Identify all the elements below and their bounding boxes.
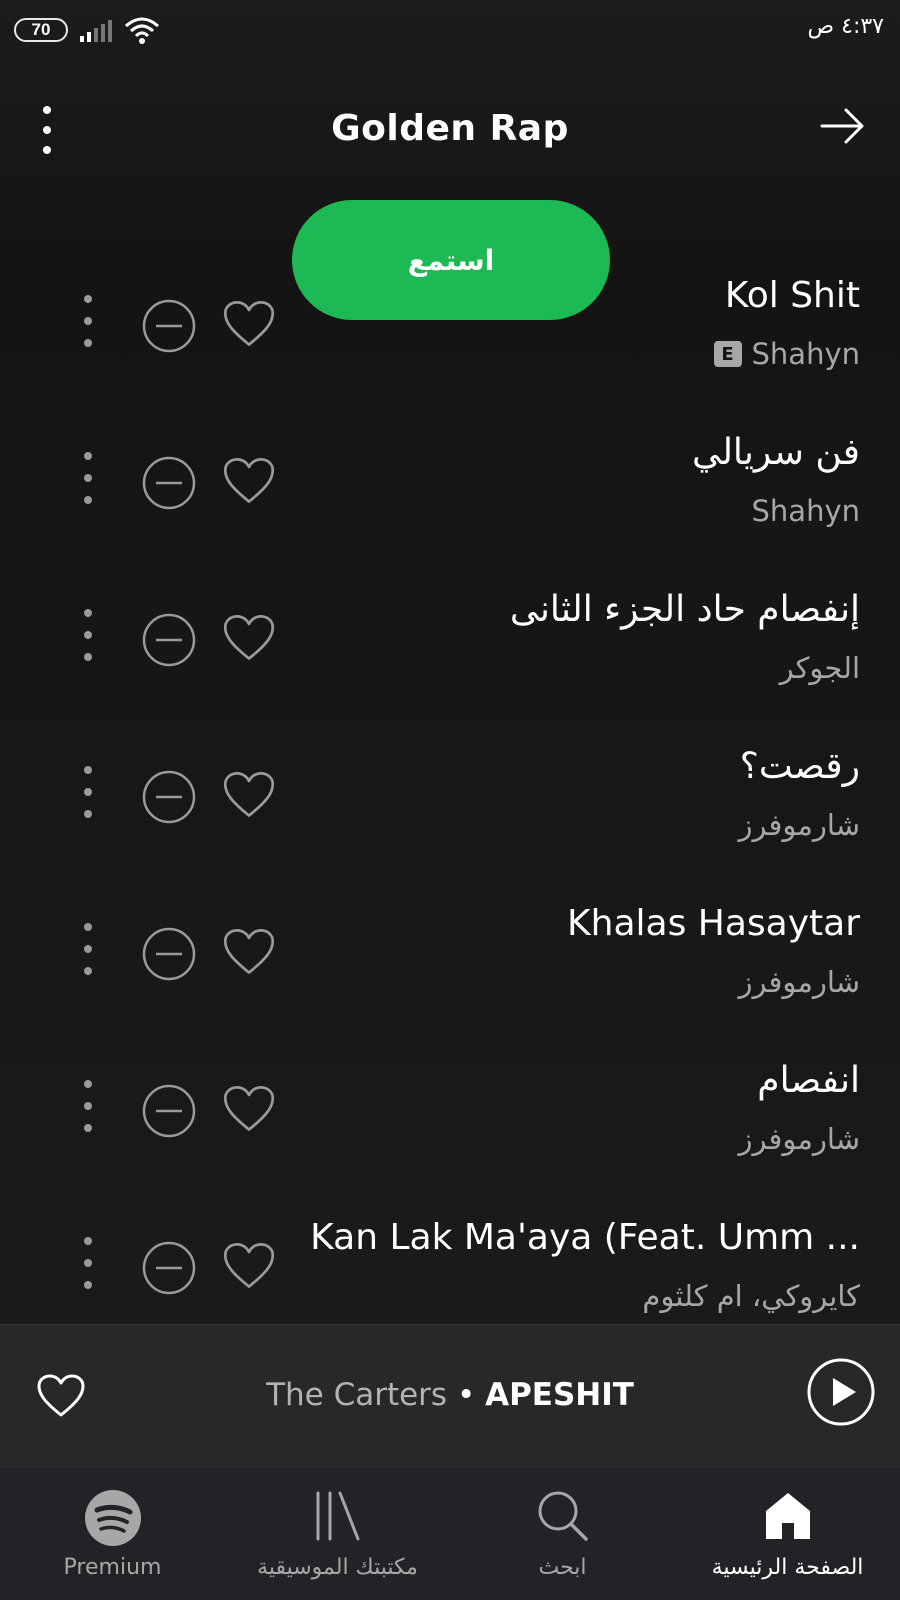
track-title: Kan Lak Ma'aya (Feat. Umm ... [310, 1217, 860, 1258]
home-icon [765, 1493, 810, 1539]
track-more-options-button[interactable] [78, 607, 98, 671]
track-artist-row: Shahyn [752, 494, 860, 528]
track-title: إنفصام حاد الجزء الثانى [509, 589, 860, 630]
track-artist: Shahyn [751, 337, 860, 371]
track-title: Kol Shit [724, 275, 860, 316]
track-artist: كايروكي، ام كلثوم [642, 1279, 860, 1313]
playlist-header: Golden Rap [0, 80, 900, 180]
bottom-navigation: Premium مكتبتك الموسيقية ابحث الصفحة الر… [0, 1466, 900, 1600]
nav-label-premium: Premium [63, 1555, 162, 1580]
explicit-badge: E [713, 341, 742, 367]
track-more-options-button[interactable] [78, 1235, 98, 1299]
now-playing-bar[interactable]: The Carters • APESHIT [0, 1324, 900, 1466]
like-song-button[interactable] [222, 927, 276, 981]
like-song-button[interactable] [222, 1084, 276, 1138]
minus-circle-icon [142, 770, 196, 824]
track-row[interactable]: فن سريالي Shahyn [0, 412, 900, 572]
nav-home[interactable]: الصفحة الرئيسية [675, 1467, 900, 1600]
track-more-options-button[interactable] [78, 450, 98, 514]
track-row[interactable]: إنفصام حاد الجزء الثانى الجوكر [0, 569, 900, 729]
track-artist-row: E Shahyn [713, 337, 860, 371]
hide-song-button[interactable] [142, 613, 196, 671]
minus-circle-icon [142, 456, 196, 510]
hide-song-button[interactable] [142, 1241, 196, 1299]
nav-label-home: الصفحة الرئيسية [711, 1555, 864, 1580]
track-artist-row: شارموفرز [738, 965, 860, 999]
battery-icon: 70 [14, 18, 68, 42]
now-playing-song: APESHIT [485, 1377, 634, 1413]
minus-circle-icon [142, 299, 196, 353]
track-title: Khalas Hasaytar [567, 903, 860, 944]
track-artist: شارموفرز [738, 1122, 860, 1156]
track-more-options-button[interactable] [78, 764, 98, 828]
signal-icon [80, 20, 112, 42]
page-title: Golden Rap [331, 108, 569, 149]
heart-icon [223, 929, 275, 974]
minus-circle-icon [142, 1084, 196, 1138]
status-clock: ٤:٣٧ ص [807, 14, 884, 39]
minus-circle-icon [142, 927, 196, 981]
nav-premium[interactable]: Premium [0, 1467, 225, 1600]
like-song-button[interactable] [222, 770, 276, 824]
minus-circle-icon [142, 1241, 196, 1295]
hide-song-button[interactable] [142, 770, 196, 828]
track-artist: الجوكر [779, 651, 860, 685]
now-playing-separator: • [447, 1377, 486, 1413]
track-row[interactable]: Kan Lak Ma'aya (Feat. Umm ... كايروكي، ام… [0, 1197, 900, 1323]
like-song-button[interactable] [222, 613, 276, 667]
search-icon [538, 1491, 588, 1541]
play-playlist-button[interactable]: استمع [292, 200, 610, 320]
arrow-right-icon[interactable] [820, 108, 866, 144]
heart-icon [223, 1086, 275, 1131]
track-title: انفصام [757, 1060, 860, 1101]
track-title: رقصت؟ [739, 746, 860, 787]
now-playing-artist: The Carters [266, 1377, 448, 1413]
track-list: Kol Shit E Shahyn فن سريالي Shahyn إنفصام حاد… [0, 255, 900, 1323]
hide-song-button[interactable] [142, 927, 196, 985]
track-artist-row: كايروكي، ام كلثوم [642, 1279, 860, 1313]
battery-level: 70 [31, 20, 51, 39]
track-artist-row: الجوكر [780, 651, 860, 685]
spotify-logo-icon [84, 1490, 141, 1546]
heart-icon [223, 458, 275, 503]
heart-icon [223, 301, 275, 346]
like-song-button[interactable] [222, 1241, 276, 1295]
track-artist-row: شارموفرز [738, 1122, 860, 1156]
wifi-icon [125, 17, 159, 44]
nav-label-search: ابحث [538, 1555, 587, 1580]
hide-song-button[interactable] [142, 1084, 196, 1142]
track-artist: Shahyn [751, 494, 860, 528]
library-icon [316, 1491, 359, 1541]
nav-label-library: مكتبتك الموسيقية [257, 1555, 418, 1580]
now-playing-info[interactable]: The Carters • APESHIT [0, 1377, 900, 1413]
track-title: فن سريالي [691, 432, 860, 473]
track-more-options-button[interactable] [78, 921, 98, 985]
track-artist-row: شارموفرز [738, 808, 860, 842]
minus-circle-icon [142, 613, 196, 667]
heart-icon [223, 1243, 275, 1288]
track-more-options-button[interactable] [78, 293, 98, 357]
track-row[interactable]: Khalas Hasaytar شارموفرز [0, 883, 900, 1043]
like-song-button[interactable] [222, 456, 276, 510]
like-song-button[interactable] [222, 299, 276, 353]
track-more-options-button[interactable] [78, 1078, 98, 1142]
nav-search[interactable]: ابحث [450, 1467, 675, 1600]
play-icon[interactable] [806, 1357, 876, 1427]
track-row[interactable]: رقصت؟ شارموفرز [0, 726, 900, 886]
hide-song-button[interactable] [142, 456, 196, 514]
track-artist: شارموفرز [738, 965, 860, 999]
heart-icon [223, 615, 275, 660]
hide-song-button[interactable] [142, 299, 196, 357]
heart-icon [223, 772, 275, 817]
track-artist: شارموفرز [738, 808, 860, 842]
nav-library[interactable]: مكتبتك الموسيقية [225, 1467, 450, 1600]
track-row[interactable]: انفصام شارموفرز [0, 1040, 900, 1200]
status-bar: 70 ٤:٣٧ ص [0, 0, 900, 60]
